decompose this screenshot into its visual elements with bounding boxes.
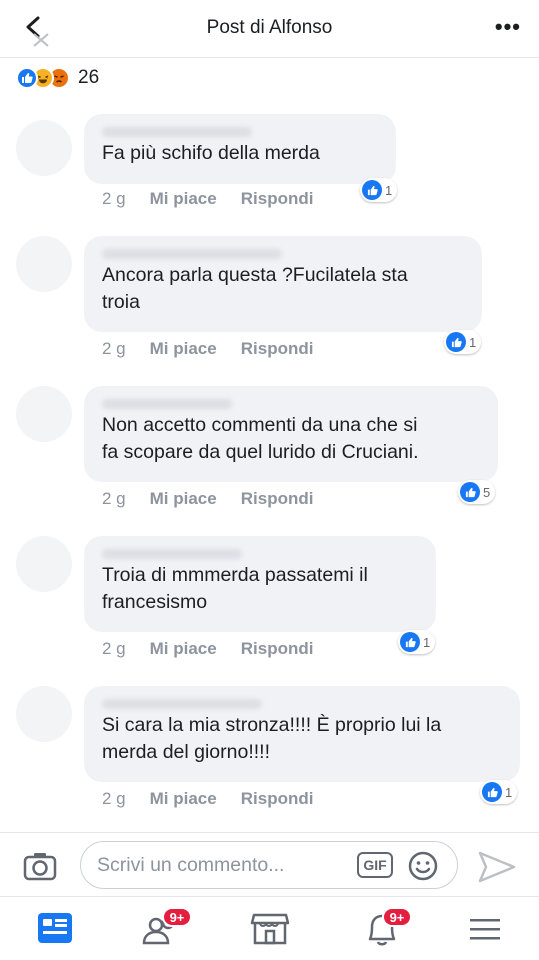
- avatar[interactable]: [16, 120, 72, 176]
- like-icon: [482, 782, 502, 802]
- comment-like-count[interactable]: 1: [444, 330, 482, 354]
- page-title: Post di Alfonso: [206, 17, 333, 38]
- camera-icon: [23, 853, 57, 881]
- nav-friends[interactable]: 9+: [138, 907, 192, 953]
- comment-bubble[interactable]: Ancora parla questa ?Fucilatela sta troi…: [84, 236, 482, 332]
- like-icon: [16, 67, 38, 89]
- menu-icon: [470, 919, 500, 940]
- reply-button[interactable]: Rispondi: [241, 189, 314, 209]
- like-icon: [460, 482, 480, 502]
- comment-actions: 2 g Mi piace Rispondi: [102, 339, 337, 359]
- avatar[interactable]: [16, 686, 72, 742]
- comment-like-count[interactable]: 1: [398, 630, 436, 654]
- like-count: 1: [385, 182, 393, 198]
- comment-time: 2 g: [102, 789, 126, 808]
- comment-like-count[interactable]: 5: [458, 480, 496, 504]
- emoji-icon: [408, 851, 438, 881]
- top-bar: Post di Alfonso •••: [0, 0, 539, 58]
- avatar[interactable]: [16, 536, 72, 592]
- comment-like-count[interactable]: 1: [480, 780, 518, 804]
- comment-bubble[interactable]: Troia di mmmerda passatemi il francesism…: [84, 536, 436, 632]
- reply-button[interactable]: Rispondi: [241, 489, 314, 509]
- like-comment-button[interactable]: Mi piace: [150, 189, 217, 209]
- camera-button[interactable]: [20, 847, 60, 887]
- like-count: 5: [483, 484, 491, 500]
- bottom-nav: 9+ 9+: [0, 896, 539, 960]
- reactions-summary[interactable]: 26: [16, 66, 99, 90]
- comment-text: Non accetto commenti da una che si fa sc…: [102, 414, 419, 463]
- nav-marketplace[interactable]: [246, 909, 294, 953]
- like-comment-button[interactable]: Mi piace: [150, 339, 217, 359]
- more-options-button[interactable]: •••: [495, 14, 521, 40]
- like-count: 1: [423, 634, 431, 650]
- like-icon: [362, 180, 382, 200]
- comment-input[interactable]: [97, 850, 347, 880]
- comment-time: 2 g: [102, 339, 126, 358]
- comment-actions: 2 g Mi piace Rispondi: [102, 639, 337, 659]
- like-icon: [400, 632, 420, 652]
- commenter-name[interactable]: [102, 246, 466, 262]
- comment-bubble[interactable]: Non accetto commenti da una che si fa sc…: [84, 386, 498, 482]
- like-comment-button[interactable]: Mi piace: [150, 489, 217, 509]
- comment-time: 2 g: [102, 489, 126, 508]
- send-button[interactable]: [474, 847, 518, 887]
- comment-bubble[interactable]: Fa più schifo della merda: [84, 114, 396, 184]
- comment-input-pill: GIF: [80, 841, 458, 889]
- comment-bubble[interactable]: Si cara la mia stronza!!!! È proprio lui…: [84, 686, 520, 782]
- friends-badge: 9+: [162, 907, 192, 927]
- reply-button[interactable]: Rispondi: [241, 339, 314, 359]
- comment-actions: 2 g Mi piace Rispondi: [102, 489, 337, 509]
- nav-news-feed[interactable]: [30, 909, 78, 953]
- commenter-name[interactable]: [102, 546, 420, 562]
- comment-actions: 2 g Mi piace Rispondi: [102, 189, 337, 209]
- nav-menu[interactable]: [462, 909, 510, 953]
- reactions-count: 26: [78, 67, 100, 88]
- marketplace-icon: [250, 913, 290, 945]
- send-icon: [478, 851, 516, 883]
- like-comment-button[interactable]: Mi piace: [150, 639, 217, 659]
- news-feed-icon: [38, 913, 72, 943]
- comment-time: 2 g: [102, 189, 126, 208]
- comment-time: 2 g: [102, 639, 126, 658]
- reply-button[interactable]: Rispondi: [241, 639, 314, 659]
- commenter-name[interactable]: [102, 396, 482, 412]
- comment-text: Ancora parla questa ?Fucilatela sta troi…: [102, 264, 408, 313]
- avatar[interactable]: [16, 236, 72, 292]
- reply-button[interactable]: Rispondi: [241, 789, 314, 809]
- gif-button[interactable]: GIF: [357, 852, 393, 878]
- avatar[interactable]: [16, 386, 72, 442]
- comment-actions: 2 g Mi piace Rispondi: [102, 789, 337, 809]
- commenter-name[interactable]: [102, 124, 380, 140]
- like-count: 1: [505, 784, 513, 800]
- comment-text: Fa più schifo della merda: [102, 142, 320, 164]
- like-count: 1: [469, 334, 477, 350]
- nav-notifications[interactable]: 9+: [358, 907, 412, 953]
- comment-like-count[interactable]: 1: [360, 178, 398, 202]
- notifications-badge: 9+: [382, 907, 412, 927]
- like-comment-button[interactable]: Mi piace: [150, 789, 217, 809]
- comment-text: Si cara la mia stronza!!!! È proprio lui…: [102, 714, 442, 763]
- commenter-name[interactable]: [102, 696, 504, 712]
- comment-composer: GIF: [0, 832, 539, 896]
- comment-text: Troia di mmmerda passatemi il francesism…: [102, 564, 368, 613]
- like-icon: [446, 332, 466, 352]
- emoji-button[interactable]: [407, 850, 439, 882]
